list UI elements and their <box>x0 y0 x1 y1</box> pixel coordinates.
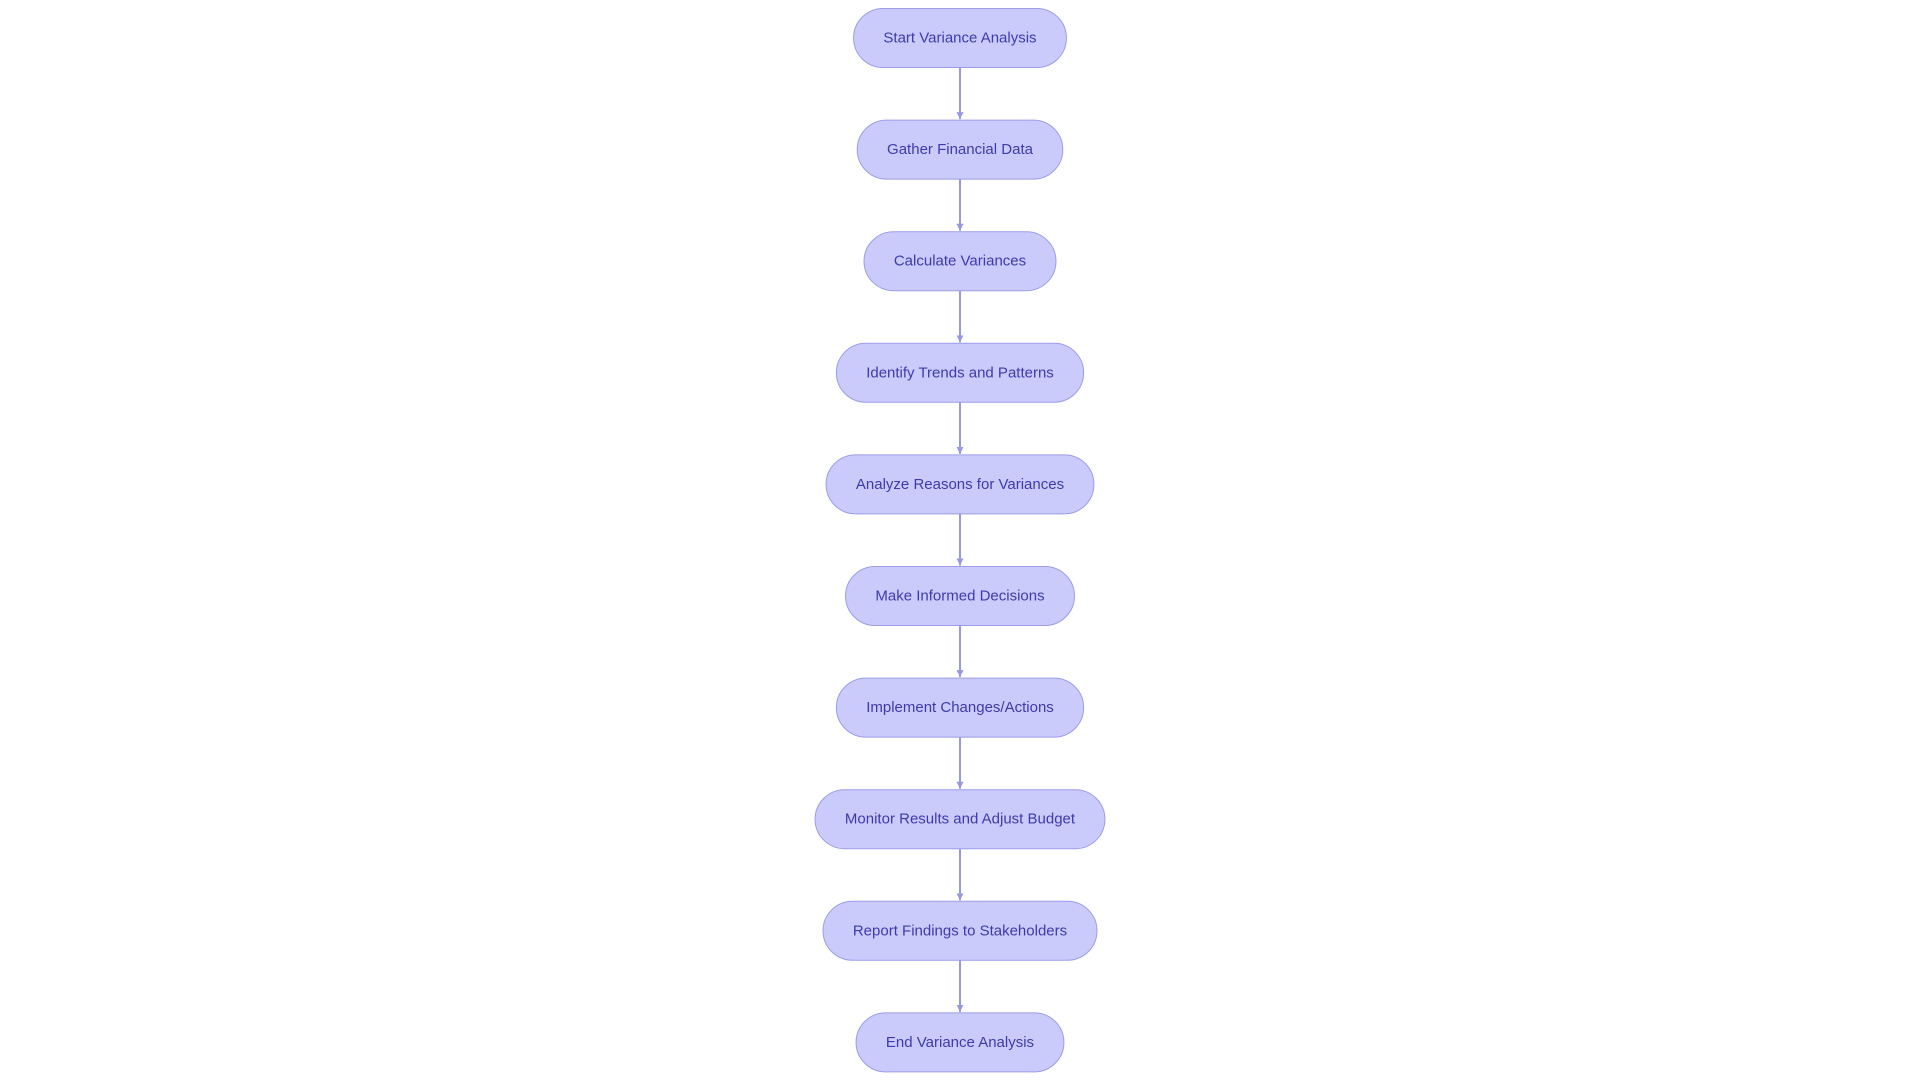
flow-node-decide: Make Informed Decisions <box>845 566 1075 626</box>
node-label: Monitor Results and Adjust Budget <box>845 811 1076 828</box>
node-label: Make Informed Decisions <box>875 588 1044 605</box>
flow-node-analyze: Analyze Reasons for Variances <box>825 454 1095 515</box>
node-label: Report Findings to Stakeholders <box>853 922 1067 939</box>
flow-node-end: End Variance Analysis <box>855 1012 1065 1073</box>
node-label: Analyze Reasons for Variances <box>856 476 1064 493</box>
flow-node-start: Start Variance Analysis <box>853 8 1067 68</box>
node-label: Gather Financial Data <box>887 141 1034 158</box>
flow-node-implement: Implement Changes/Actions <box>835 677 1085 738</box>
node-label: Implement Changes/Actions <box>866 699 1054 716</box>
flow-node-identify: Identify Trends and Patterns <box>835 342 1085 403</box>
flow-node-gather: Gather Financial Data <box>856 119 1064 180</box>
flow-node-calculate: Calculate Variances <box>863 231 1057 292</box>
node-label: Calculate Variances <box>894 253 1026 270</box>
node-label: Identify Trends and Patterns <box>866 364 1054 381</box>
flowchart-diagram: Start Variance Analysis Gather Financial … <box>814 8 1106 1073</box>
node-label: Start Variance Analysis <box>883 30 1036 47</box>
flow-node-monitor: Monitor Results and Adjust Budget <box>814 789 1106 850</box>
flow-node-report: Report Findings to Stakeholders <box>822 900 1098 961</box>
node-label: End Variance Analysis <box>886 1034 1034 1051</box>
